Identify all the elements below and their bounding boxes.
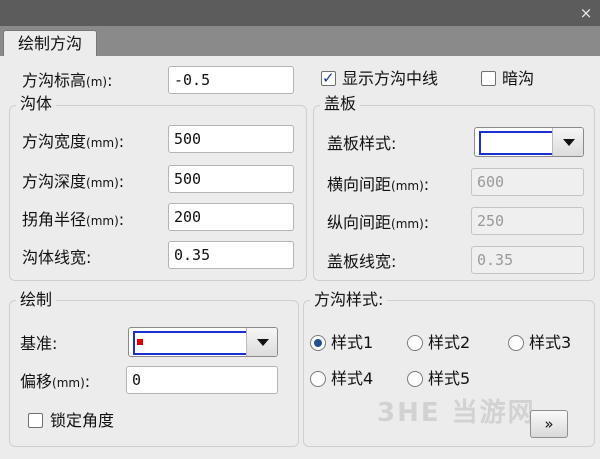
- watermark: 3HE 当游网: [377, 398, 536, 428]
- show-center-line-label: 显示方沟中线: [342, 69, 439, 88]
- ditch-width-input[interactable]: 500: [168, 125, 294, 153]
- cover-style-label: 盖板样式:: [327, 134, 397, 153]
- style-4-radio[interactable]: [310, 371, 326, 387]
- base-marker: [137, 339, 143, 345]
- base-swatch: [133, 331, 249, 355]
- style-5-label: 样式5: [428, 369, 471, 388]
- ditch-depth-label: 方沟深度(mm):: [22, 172, 125, 191]
- chevron-down-icon[interactable]: [246, 328, 277, 356]
- style-1-radio[interactable]: [310, 335, 326, 351]
- cover-plate-group-title: 盖板: [320, 94, 361, 114]
- more-options-button[interactable]: »: [530, 410, 568, 438]
- offset-label: 偏移(mm):: [20, 372, 91, 391]
- title-bar: ×: [0, 0, 600, 26]
- h-spacing-input[interactable]: 600: [471, 168, 584, 196]
- show-center-line-checkbox[interactable]: [321, 69, 336, 87]
- style-1-label: 样式1: [331, 333, 374, 352]
- style-5-radio[interactable]: [407, 371, 423, 387]
- cover-line-width-label: 盖板线宽:: [327, 252, 397, 271]
- hidden-ditch-label: 暗沟: [502, 69, 535, 88]
- chevron-down-icon[interactable]: [552, 128, 583, 156]
- elevation-input[interactable]: -0.5: [168, 66, 294, 94]
- close-button[interactable]: ×: [576, 3, 596, 23]
- lock-angle-label: 锁定角度: [50, 411, 115, 430]
- tab-draw-ditch[interactable]: 绘制方沟: [3, 30, 97, 57]
- corner-radius-label: 拐角半径(mm):: [22, 210, 125, 229]
- ditch-style-group-title: 方沟样式:: [310, 290, 388, 310]
- style-2-radio[interactable]: [407, 335, 423, 351]
- lock-angle-checkbox[interactable]: [28, 413, 43, 428]
- ditch-depth-input[interactable]: 500: [168, 165, 294, 193]
- h-spacing-label: 横向间距(mm):: [327, 175, 430, 194]
- cover-style-select[interactable]: [474, 127, 584, 157]
- hidden-ditch-checkbox[interactable]: [481, 71, 496, 86]
- corner-radius-input[interactable]: 200: [168, 203, 294, 231]
- base-select[interactable]: [128, 327, 278, 357]
- style-2-label: 样式2: [428, 333, 471, 352]
- base-label: 基准:: [20, 334, 58, 353]
- body-line-width-label: 沟体线宽:: [22, 248, 92, 267]
- offset-input[interactable]: 0: [126, 366, 278, 394]
- cover-line-width-input[interactable]: 0.35: [471, 246, 584, 274]
- style-3-radio[interactable]: [508, 335, 524, 351]
- ditch-width-label: 方沟宽度(mm):: [22, 132, 125, 151]
- v-spacing-input[interactable]: 250: [471, 207, 584, 235]
- draw-group-title: 绘制: [16, 290, 57, 310]
- style-3-label: 样式3: [529, 333, 572, 352]
- style-4-label: 样式4: [331, 369, 374, 388]
- body-line-width-input[interactable]: 0.35: [168, 241, 294, 269]
- v-spacing-label: 纵向间距(mm):: [327, 213, 430, 232]
- cover-style-swatch: [479, 131, 555, 155]
- elevation-label: 方沟标高(m):: [22, 71, 113, 90]
- ditch-body-group-title: 沟体: [16, 94, 57, 114]
